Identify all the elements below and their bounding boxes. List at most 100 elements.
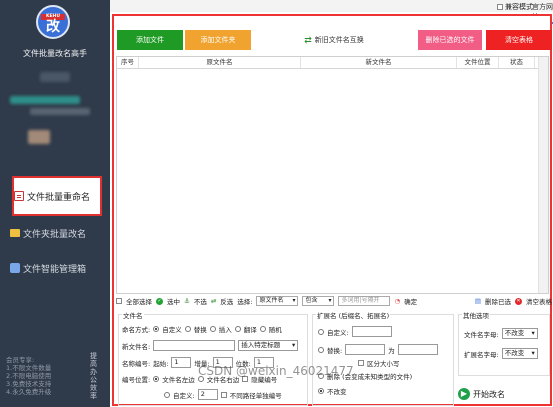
ext-custom-row: 自定义: bbox=[318, 326, 392, 337]
other-panel-title: 其他选项 bbox=[462, 310, 490, 320]
choose-label: 选择: bbox=[237, 298, 253, 306]
case-sensitive-checkbox[interactable] bbox=[358, 360, 364, 366]
select-all-label: 全部选择 bbox=[126, 298, 152, 306]
column-header-status[interactable]: 状态 bbox=[499, 57, 535, 68]
start-rename-label: 开始改名 bbox=[473, 389, 505, 399]
pos-left-label: 文件名左边 bbox=[162, 376, 195, 384]
add-folder-button[interactable]: 添加文件夹 bbox=[185, 30, 251, 50]
mode-random-label: 随机 bbox=[268, 326, 282, 334]
start-label: 起始: bbox=[153, 359, 169, 368]
confirm-button[interactable]: 确定 bbox=[404, 296, 417, 306]
mode-translate-radio[interactable] bbox=[234, 326, 241, 332]
sidebar-item-smart-box[interactable]: 文件智能管理箱 bbox=[10, 257, 108, 279]
file-table[interactable]: 序号 原文件名 新文件名 文件位置 状态 bbox=[116, 56, 549, 294]
pos-left-radio[interactable] bbox=[153, 376, 160, 382]
ext-custom-input[interactable] bbox=[351, 326, 392, 337]
checkbox-icon bbox=[497, 4, 503, 10]
ext-case-label: 扩展名字母: bbox=[464, 350, 499, 359]
chevron-down-icon: ▾ bbox=[531, 329, 535, 337]
match-mode-select[interactable]: 包含 ▾ bbox=[302, 296, 335, 306]
keyword-input[interactable]: 多词用|号隔开 bbox=[338, 296, 391, 306]
blurred-user-info bbox=[28, 130, 50, 144]
column-header-original-name[interactable]: 原文件名 bbox=[139, 57, 301, 68]
select-button[interactable]: 选中 bbox=[167, 296, 180, 306]
choose-column-value: 原文件名 bbox=[259, 297, 284, 304]
ext-custom-radio[interactable] bbox=[318, 328, 324, 335]
delete-selected-button[interactable]: 删除已选的文件 bbox=[418, 30, 482, 50]
choose-column-select[interactable]: 原文件名 ▾ bbox=[256, 296, 299, 306]
vertical-slogan: 提高办公效率 bbox=[90, 352, 97, 400]
swap-names-button[interactable]: ⇄ 新旧文件名互换 bbox=[296, 30, 372, 50]
member-title: 会员专享: bbox=[6, 356, 35, 364]
chevron-down-icon: ▾ bbox=[292, 297, 296, 304]
start-input[interactable]: 1 bbox=[171, 357, 192, 368]
member-benefits: 会员专享: 1.不限文件数量 2.不限电脑使用 3.免费技术支持 4.永久免费升… bbox=[6, 356, 86, 396]
separate-numbering-label: 不同路径单独编号 bbox=[229, 391, 282, 400]
blurred-user-info bbox=[10, 96, 80, 104]
ext-custom-label: 自定义: bbox=[327, 328, 349, 337]
toolbox-icon bbox=[10, 263, 20, 273]
sidebar-item-file-rename[interactable]: 文件批量重命名 bbox=[12, 176, 102, 216]
chevron-down-icon: ▾ bbox=[291, 341, 296, 349]
deselect-icon: ⚓ bbox=[184, 297, 190, 305]
delete-checked-icon: ▤ bbox=[474, 297, 481, 305]
filename-panel-title: 文件名 bbox=[122, 310, 144, 320]
swap-icon: ⇄ bbox=[304, 34, 312, 45]
pos-custom-radio[interactable] bbox=[164, 391, 170, 398]
blurred-user-info bbox=[30, 108, 90, 115]
top-bar: 兼容模式 官方网站 bbox=[110, 0, 553, 24]
compat-mode-checkbox[interactable]: 兼容模式 bbox=[497, 2, 533, 12]
extension-panel-title: 扩展名 (后缀名、拓展名) bbox=[316, 310, 391, 320]
swap-names-label: 新旧文件名互换 bbox=[314, 37, 364, 44]
column-header-new-name[interactable]: 新文件名 bbox=[301, 57, 457, 68]
numbering-label: 名称编号: bbox=[122, 359, 151, 368]
mode-insert-label: 插入 bbox=[218, 326, 232, 334]
ext-case-row: 区分大小写 bbox=[358, 358, 400, 368]
ext-case-option-row: 扩展名字母: 不改变 ▾ bbox=[464, 348, 538, 359]
member-line: 3.免费技术支持 bbox=[6, 380, 52, 388]
sidebar-item-folder-rename[interactable]: 文件夹批量改名 bbox=[10, 222, 108, 244]
clear-table-link[interactable]: 清空表格 bbox=[526, 296, 552, 306]
logo-char: 改 bbox=[46, 19, 60, 35]
new-name-input[interactable] bbox=[153, 340, 236, 351]
insert-tag-select[interactable]: 插入特定标题 ▾ bbox=[238, 340, 299, 351]
ext-replace-radio[interactable] bbox=[318, 346, 324, 353]
ext-case-value: 不改变 bbox=[504, 349, 525, 357]
ext-nochange-radio[interactable] bbox=[318, 388, 324, 394]
filename-case-select[interactable]: 不改变 ▾ bbox=[501, 328, 538, 339]
sidebar-item-label: 文件批量重命名 bbox=[27, 192, 91, 203]
select-all-checkbox[interactable] bbox=[116, 298, 122, 304]
custom-position-row: 自定义: 2 不同路径单独编号 bbox=[164, 389, 282, 400]
filename-case-label: 文件名字母: bbox=[464, 330, 499, 339]
mode-replace-radio[interactable] bbox=[184, 326, 191, 332]
mode-custom-radio[interactable] bbox=[153, 326, 160, 332]
start-rename-button[interactable]: ▶ 开始改名 bbox=[458, 385, 548, 403]
invert-button[interactable]: 反选 bbox=[220, 296, 233, 306]
clear-table-button[interactable]: 清空表格 bbox=[486, 30, 552, 50]
ext-nochange-row: 不改变 bbox=[318, 386, 347, 396]
mode-insert-radio[interactable] bbox=[209, 326, 216, 332]
compat-mode-label: 兼容模式 bbox=[505, 3, 533, 11]
ext-nochange-label: 不改变 bbox=[327, 388, 347, 396]
delete-checked-button[interactable]: 删除已选 bbox=[485, 296, 511, 306]
ext-replace-to-label: 为 bbox=[388, 346, 395, 355]
column-header-location[interactable]: 文件位置 bbox=[457, 57, 499, 68]
mode-random-radio[interactable] bbox=[259, 326, 266, 332]
deselect-button[interactable]: 不选 bbox=[194, 296, 207, 306]
confirm-icon: ◔ bbox=[394, 297, 401, 305]
separate-numbering-checkbox[interactable] bbox=[220, 391, 227, 398]
ext-replace-to-input[interactable] bbox=[397, 344, 438, 355]
table-scrollbar[interactable] bbox=[538, 57, 548, 293]
mode-replace-label: 替换 bbox=[193, 326, 207, 334]
play-icon: ▶ bbox=[458, 388, 470, 400]
app-title: 文件批量改名高手 bbox=[23, 49, 87, 58]
ext-replace-from-input[interactable] bbox=[345, 344, 386, 355]
clear-icon: ✕ bbox=[515, 297, 522, 305]
add-file-button[interactable]: 添加文件 bbox=[117, 30, 183, 50]
blurred-user-info bbox=[40, 72, 70, 82]
pos-custom-input[interactable]: 2 bbox=[197, 389, 218, 400]
column-header-index[interactable]: 序号 bbox=[117, 57, 139, 68]
number-position-label: 编号位置: bbox=[122, 376, 151, 384]
ext-case-select[interactable]: 不改变 ▾ bbox=[501, 348, 538, 359]
ext-replace-row: 替换: 为 bbox=[318, 344, 438, 355]
